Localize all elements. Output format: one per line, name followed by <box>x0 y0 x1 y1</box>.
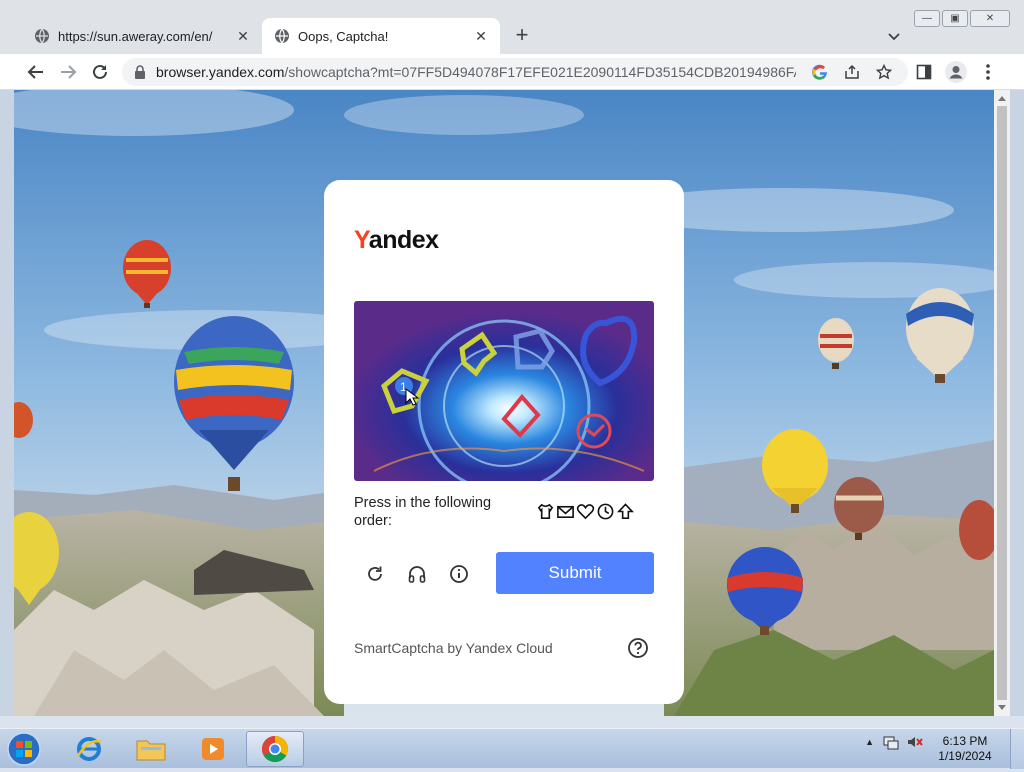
minimize-button[interactable]: — <box>914 10 940 27</box>
audio-captcha-button[interactable] <box>405 562 429 586</box>
taskbar-chrome[interactable] <box>246 731 304 767</box>
maximize-button[interactable]: ▣ <box>942 10 968 27</box>
address-bar[interactable]: browser.yandex.com/showcaptcha?mt=07FF5D… <box>122 58 908 86</box>
internet-explorer-icon <box>76 737 102 761</box>
globe-icon <box>275 28 289 44</box>
chevron-down-icon[interactable] <box>884 26 904 46</box>
side-panel-icon[interactable] <box>912 60 936 84</box>
scroll-down-arrow-icon[interactable] <box>998 705 1006 710</box>
window-frame-right <box>1010 90 1024 716</box>
windows-taskbar: ▲ 6:13 PM 1/19/2024 <box>0 728 1024 769</box>
clock-time: 6:13 PM <box>942 734 988 748</box>
help-icon[interactable] <box>627 637 649 659</box>
google-icon[interactable] <box>810 62 830 82</box>
clock-icon <box>597 503 614 520</box>
lock-icon <box>135 65 145 79</box>
scroll-up-arrow-icon[interactable] <box>998 96 1006 101</box>
close-tab-icon[interactable]: ✕ <box>472 27 490 45</box>
url-text: browser.yandex.com/showcaptcha?mt=07FF5D… <box>156 64 796 80</box>
order-sequence <box>536 502 635 521</box>
captcha-card: Yandex 1 Press in the following order: S… <box>324 180 684 704</box>
globe-icon <box>35 28 49 44</box>
arrow-left-icon <box>27 65 43 79</box>
windows-logo-icon <box>7 732 41 766</box>
user-icon <box>945 61 967 83</box>
captcha-image[interactable]: 1 <box>354 301 654 481</box>
close-window-button[interactable]: ✕ <box>970 10 1010 27</box>
tab-title: Oops, Captcha! <box>298 28 389 44</box>
envelope-icon <box>557 505 574 519</box>
refresh-icon <box>368 566 382 581</box>
star-icon[interactable] <box>874 62 894 82</box>
tab-aweray[interactable]: https://sun.aweray.com/en/ ✕ <box>22 18 262 54</box>
headphones-icon <box>408 566 426 583</box>
submit-button[interactable]: Submit <box>496 552 654 594</box>
tab-captcha[interactable]: Oops, Captcha! ✕ <box>262 18 500 54</box>
menu-icon[interactable] <box>976 60 1000 84</box>
url-domain: browser.yandex.com <box>156 64 285 80</box>
captcha-footer: SmartCaptcha by Yandex Cloud <box>354 640 553 656</box>
taskbar-ie[interactable] <box>60 731 118 767</box>
captcha-instruction: Press in the following order: <box>354 495 492 529</box>
media-player-icon <box>202 738 224 760</box>
close-tab-icon[interactable]: ✕ <box>234 27 252 45</box>
window-frame-left <box>0 90 14 716</box>
scrollbar-thumb[interactable] <box>997 106 1007 700</box>
refresh-button[interactable] <box>363 562 387 586</box>
taskbar-explorer[interactable] <box>122 731 180 767</box>
folder-icon <box>136 740 166 761</box>
chrome-icon <box>261 735 289 763</box>
profile-avatar[interactable] <box>944 60 968 84</box>
show-desktop-button[interactable] <box>1010 729 1024 769</box>
forward-button[interactable] <box>56 60 80 84</box>
url-path: /showcaptcha?mt=07FF5D494078F17EFE021E20… <box>284 64 796 80</box>
page-scrollbar[interactable] <box>994 90 1010 716</box>
share-icon[interactable] <box>842 62 862 82</box>
volume-muted-icon[interactable] <box>906 733 924 751</box>
tray-expand-icon[interactable]: ▲ <box>865 737 874 747</box>
clock-date: 1/19/2024 <box>938 749 992 763</box>
taskbar-clock[interactable]: 6:13 PM 1/19/2024 <box>930 734 1000 764</box>
arrow-up-icon <box>616 503 635 519</box>
start-button[interactable] <box>4 731 46 767</box>
back-button[interactable] <box>24 60 48 84</box>
page-background: Yandex 1 Press in the following order: S… <box>14 90 994 716</box>
new-tab-button[interactable]: + <box>510 24 534 48</box>
info-button[interactable] <box>447 562 471 586</box>
tab-title: https://sun.aweray.com/en/ <box>58 28 213 44</box>
info-icon <box>450 565 468 583</box>
network-icon[interactable] <box>882 733 900 751</box>
reload-icon <box>93 64 107 79</box>
window-controls: — ▣ ✕ <box>912 10 1010 27</box>
taskbar-media-player[interactable] <box>184 731 242 767</box>
shirt-icon <box>537 503 554 519</box>
browser-toolbar: browser.yandex.com/showcaptcha?mt=07FF5D… <box>0 54 1024 90</box>
heart-icon <box>576 504 595 520</box>
system-tray: ▲ <box>865 733 924 751</box>
browser-tabstrip: https://sun.aweray.com/en/ ✕ Oops, Captc… <box>0 0 1024 54</box>
reload-button[interactable] <box>88 60 112 84</box>
arrow-right-icon <box>61 65 77 79</box>
yandex-logo: Yandex <box>354 226 439 254</box>
